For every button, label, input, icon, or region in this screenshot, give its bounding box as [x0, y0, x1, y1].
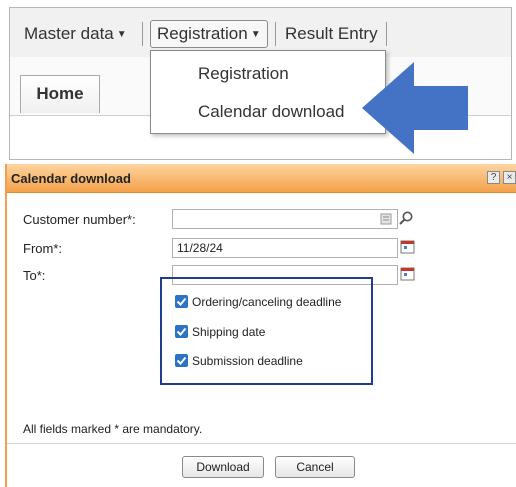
search-icon[interactable]	[398, 210, 414, 226]
from-label: From*:	[23, 241, 62, 256]
menu-registration[interactable]: Registration ▼	[150, 20, 268, 48]
calendar-icon[interactable]	[400, 266, 415, 281]
help-icon[interactable]: ?	[487, 171, 500, 184]
checkbox-label: Submission deadline	[192, 354, 303, 368]
menu-result-entry-label: Result Entry	[285, 24, 378, 43]
dialog-titlebar: Calendar download ? ×	[7, 164, 516, 193]
dialog-divider	[7, 443, 516, 444]
calendar-icon[interactable]	[400, 239, 415, 254]
customer-number-input[interactable]	[172, 209, 398, 229]
checkmark-icon	[175, 325, 188, 338]
cancel-button[interactable]: Cancel	[275, 456, 355, 478]
tab-home[interactable]: Home	[20, 75, 100, 113]
from-date-input[interactable]	[172, 238, 398, 258]
dropdown-item-registration[interactable]: Registration	[198, 64, 289, 84]
dialog-title: Calendar download	[11, 171, 131, 186]
checkmark-icon	[175, 295, 188, 308]
close-icon[interactable]: ×	[503, 171, 516, 184]
download-button[interactable]: Download	[182, 456, 264, 478]
list-icon	[380, 213, 392, 225]
menu-separator	[386, 22, 387, 46]
customer-number-label: Customer number*:	[23, 212, 136, 227]
menu-master-data-label: Master data	[24, 24, 114, 43]
menu-separator	[142, 22, 143, 46]
checkmark-icon	[175, 354, 188, 367]
dropdown-item-calendar-download[interactable]: Calendar download	[198, 102, 345, 122]
to-label: To*:	[23, 268, 46, 283]
checkbox-label: Ordering/canceling deadline	[192, 295, 342, 309]
menu-separator	[275, 22, 276, 46]
checkbox-label: Shipping date	[192, 325, 266, 339]
deadline-checkbox-group: Ordering/canceling deadline Shipping dat…	[160, 277, 373, 385]
menu-result-entry[interactable]: Result Entry	[285, 20, 378, 48]
mandatory-note: All fields marked * are mandatory.	[23, 422, 203, 436]
menu-screenshot: Master data ▼ Registration ▼ Result Entry …	[9, 7, 512, 160]
menu-registration-label: Registration	[157, 24, 248, 43]
blue-arrow-icon	[362, 62, 468, 154]
menu-master-data[interactable]: Master data ▼	[24, 20, 127, 48]
caret-down-icon: ▼	[116, 29, 127, 40]
calendar-download-dialog: Calendar download ? × Customer number*: …	[5, 164, 516, 487]
caret-down-icon: ▼	[250, 29, 261, 40]
registration-dropdown: Registration Calendar download	[150, 50, 386, 134]
